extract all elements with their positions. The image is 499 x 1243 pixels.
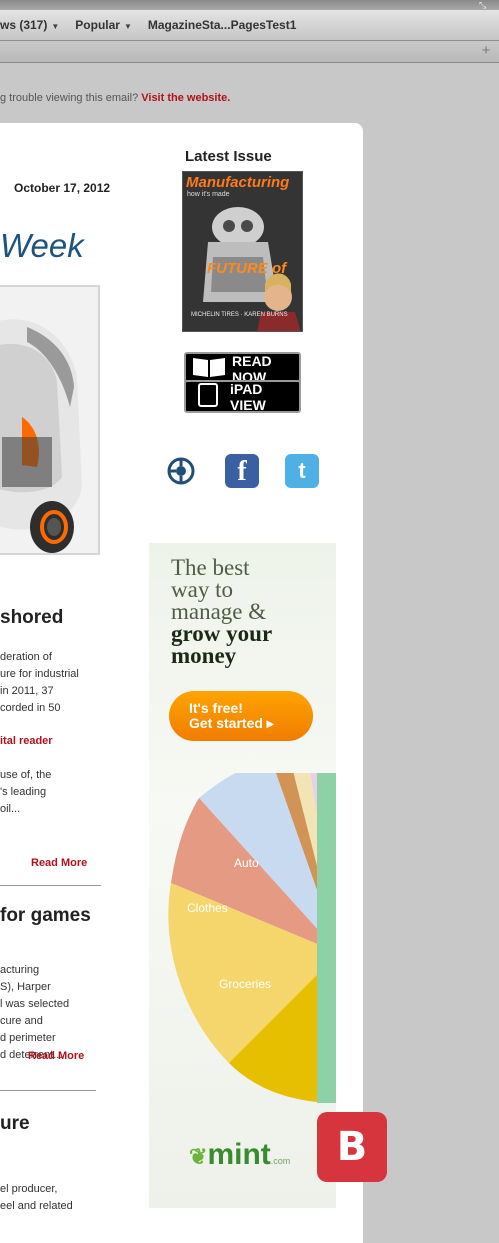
ad-cta-line-2: Get started ▸ [189, 715, 274, 731]
bookmark-magazinestation[interactable]: MagazineSta...PagesTest1 [148, 18, 297, 32]
book-icon [192, 356, 226, 381]
window-top-strip: ⤡ [0, 0, 499, 11]
twitter-icon[interactable]: t [285, 454, 319, 488]
chevron-down-icon: ▼ [51, 22, 60, 31]
ipad-view-label: iPAD VIEW [230, 380, 266, 413]
article-2-line-2: S), Harper [0, 981, 51, 993]
article-2-line-5: d perimeter [0, 1032, 56, 1044]
article-1-line-3: in 2011, 37 [0, 685, 54, 697]
bookmark-popular[interactable]: Popular ▼ [75, 18, 132, 32]
bookmark-magazinestation-label: MagazineSta...PagesTest1 [147, 18, 297, 32]
article-1-line-6: 's leading [0, 786, 47, 798]
cover-tagline: how it's made [187, 191, 230, 198]
ad-headline-line: grow your [171, 621, 273, 646]
chevron-down-icon: ▼ [123, 22, 132, 31]
pie-label-groceries: Groceries [219, 977, 272, 991]
issue-date: October 17, 2012 [14, 181, 111, 195]
article-1-line-1: deration of [0, 651, 52, 663]
hero-image[interactable] [0, 285, 100, 555]
bookmark-news[interactable]: ws (317) ▼ [0, 18, 59, 32]
magazine-cover[interactable]: Manufacturing how it's made FUTURE of MI… [182, 171, 303, 332]
read-more-link-1[interactable]: Read More [31, 857, 87, 869]
mint-leaf-icon: ❦ [189, 1144, 208, 1169]
article-2-line-1: acturing [0, 964, 40, 976]
mint-advertisement[interactable]: The best way to manage & grow your money… [149, 543, 336, 1208]
masthead-title: Week [0, 227, 84, 264]
article-1-line-7: oil... [0, 803, 21, 815]
cover-brand: Manufacturing [186, 174, 290, 191]
robot-image [0, 287, 98, 553]
tab-bar: + [0, 41, 499, 63]
related-digital-reader-link[interactable]: ital reader [0, 735, 53, 747]
bookmark-news-label: ws (317) [0, 18, 48, 32]
new-tab-icon[interactable]: + [479, 43, 493, 58]
rss-icon[interactable] [164, 454, 198, 488]
mint-logo: ❦mint.com [189, 1138, 290, 1172]
ad-cta-line-1: It's free! [189, 700, 243, 716]
cover-feature: FUTURE of [207, 260, 287, 277]
article-1-line-5: use of, the [0, 769, 52, 781]
article-divider-1 [0, 885, 101, 886]
read-more-link-2[interactable]: Read More [28, 1050, 84, 1062]
article-divider-2 [0, 1090, 96, 1091]
cover-names: MICHELIN TIRES · KAREN BURNS [191, 312, 288, 318]
article-2-headline[interactable]: for games [0, 905, 91, 927]
pie-label-clothes: Clothes [187, 901, 228, 915]
bookmark-popular-label: Popular [75, 18, 120, 32]
b-badge-icon[interactable]: B [317, 1112, 387, 1182]
get-started-button[interactable]: It's free! Get started ▸ [169, 691, 313, 741]
ad-headline-line: way to [171, 577, 233, 602]
article-2-line-4: cure and [0, 1015, 43, 1027]
visit-website-link[interactable]: Visit the website. [141, 92, 230, 104]
article-3-line-2: eel and related [0, 1200, 73, 1212]
latest-issue-title: Latest Issue [185, 148, 272, 165]
mint-brand-suffix: .com [270, 1156, 291, 1166]
ad-headline-line: The best [171, 555, 250, 580]
article-1-line-4: corded in 50 [0, 702, 61, 714]
facebook-icon[interactable]: f [225, 454, 259, 488]
tablet-icon [198, 383, 218, 410]
bookmarks-bar: ws (317) ▼ Popular ▼ MagazineSta...PagesTe… [0, 10, 499, 41]
ipad-view-button[interactable]: iPAD VIEW [184, 380, 301, 413]
mint-brand: mint [207, 1138, 271, 1171]
article-3-line-1: el producer, [0, 1183, 58, 1195]
trouble-viewing-line: g trouble viewing this email? Visit the … [0, 92, 230, 104]
ad-headline-line: manage & [171, 599, 267, 624]
article-3-headline[interactable]: ure [0, 1113, 30, 1135]
ad-headline-line: money [171, 643, 237, 668]
pie-label-auto: Auto [234, 856, 259, 870]
article-1-line-2: ure for industrial [0, 668, 79, 680]
trouble-text: g trouble viewing this email? [0, 92, 139, 104]
article-2-line-3: l was selected [0, 998, 70, 1010]
resize-grip-icon[interactable]: ⤡ [479, 2, 491, 11]
ad-headline: The best way to manage & grow your money [171, 555, 273, 668]
article-1-headline[interactable]: shored [0, 607, 63, 629]
